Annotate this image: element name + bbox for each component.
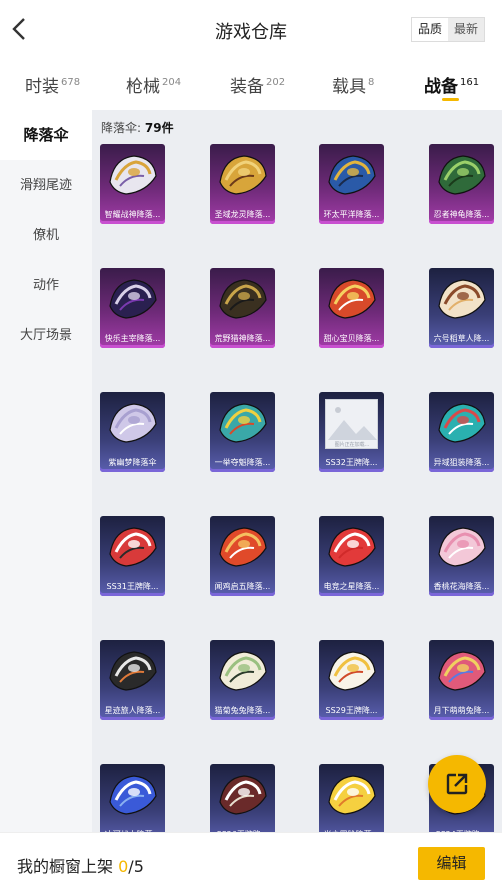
item-grid-area[interactable]: 降落伞: 79件 智耀战神降落... 圣域龙灵降落... 环太平洋降落... 忍者神龟… [92,110,502,832]
item-name: SS31王牌降... [106,582,159,591]
parachute-item-card[interactable]: 忍者神龟降落... [429,144,494,224]
item-name: 快乐主宰降落... [104,334,161,343]
header: 游戏仓库 品质 最新 [0,0,502,60]
tab-equipment[interactable]: 装备 202 [230,72,285,97]
parachute-icon [216,772,269,820]
parachute-icon [435,276,488,324]
parachute-item-card[interactable]: 电竞之星降落... [319,516,384,596]
parachute-item-card[interactable]: 荒野猎神降落... [210,268,275,348]
image-placeholder-icon: 图片正在加载... [325,399,378,449]
item-count: 降落伞: 79件 [101,121,174,135]
parachute-item-card[interactable]: 光之冒险降落... [319,764,384,832]
parachute-item-card[interactable]: 星迹旅人降落... [100,640,165,720]
parachute-item-card[interactable]: 甜心宝贝降落... [319,268,384,348]
parachute-item-card[interactable]: 异域狙装降落... [429,392,494,472]
parachute-icon [435,648,488,696]
tab-weapons[interactable]: 枪械 204 [126,72,181,97]
tab-battle-prep[interactable]: 战备 161 [424,72,479,97]
item-name: 六号稻草人降... [433,334,490,343]
tab-fashion[interactable]: 时装 678 [25,72,80,97]
parachute-icon [325,648,378,696]
parachute-icon [106,772,159,820]
edit-button[interactable]: 编辑 [418,847,485,880]
parachute-icon [325,152,378,200]
parachute-icon [216,400,269,448]
bottom-bar: 我的橱窗上架 0/5 编辑 [0,832,502,892]
parachute-icon [106,400,159,448]
parachute-icon [106,152,159,200]
item-name: 紫幽梦降落伞 [108,458,157,467]
parachute-item-card[interactable]: 冰河战士降落... [100,764,165,832]
parachute-item-card[interactable]: 智耀战神降落... [100,144,165,224]
parachute-item-card[interactable]: 香桃花海降落... [429,516,494,596]
showcase-status: 我的橱窗上架 0/5 [17,857,144,876]
parachute-item-card[interactable]: 环太平洋降落... [319,144,384,224]
parachute-icon [216,276,269,324]
item-name: 圣域龙灵降落... [214,210,271,219]
parachute-item-card[interactable]: 紫幽梦降落伞 [100,392,165,472]
parachute-item-card[interactable]: SS26王牌降... [210,764,275,832]
item-name: 香桃花海降落... [433,582,490,591]
item-name: SS29王牌降... [325,706,378,715]
item-name: 环太平洋降落... [323,210,380,219]
tab-vehicles[interactable]: 载具 8 [332,72,374,97]
parachute-item-card[interactable]: SS31王牌降... [100,516,165,596]
sort-quality-button[interactable]: 品质 [412,18,448,41]
parachute-icon [435,152,488,200]
parachute-icon [435,524,488,572]
share-button[interactable] [428,755,486,813]
item-name: 星迹旅人降落... [104,706,161,715]
item-name: 一举夺魁降落... [214,458,271,467]
share-icon [446,773,468,795]
sidebar-item-parachute[interactable]: 降落伞 [0,110,92,160]
item-name: 电竞之星降落... [323,582,380,591]
sidebar-item-wingman[interactable]: 僚机 [0,211,92,261]
parachute-item-card[interactable]: 圣域龙灵降落... [210,144,275,224]
sidebar-item-glide-trail[interactable]: 滑翔尾迹 [0,161,92,211]
sidebar: 降落伞 滑翔尾迹 僚机 动作 大厅场景 [0,110,92,832]
parachute-icon [325,276,378,324]
item-name: 异域狙装降落... [433,458,490,467]
sort-toggle: 品质 最新 [411,17,485,42]
parachute-item-card[interactable]: SS29王牌降... [319,640,384,720]
parachute-icon [325,772,378,820]
item-name: 忍者神龟降落... [433,210,490,219]
item-name: 猫菊兔兔降落... [214,706,271,715]
sidebar-item-lobby-scene[interactable]: 大厅场景 [0,311,92,361]
parachute-item-card[interactable]: 月下萌萌兔降... [429,640,494,720]
parachute-item-card[interactable]: 一举夺魁降落... [210,392,275,472]
active-tab-indicator [442,98,459,101]
item-name: 甜心宝贝降落... [323,334,380,343]
item-name: 智耀战神降落... [104,210,161,219]
item-name: SS32王牌降... [325,458,378,467]
parachute-icon [325,524,378,572]
item-name: 荒野猎神降落... [214,334,271,343]
parachute-icon [216,648,269,696]
parachute-item-card[interactable]: 六号稻草人降... [429,268,494,348]
category-tabs: 时装 678 枪械 204 装备 202 载具 8 战备 161 [0,60,502,110]
parachute-icon [435,400,488,448]
parachute-icon [216,152,269,200]
sidebar-item-emote[interactable]: 动作 [0,261,92,311]
parachute-icon [106,524,159,572]
parachute-icon [216,524,269,572]
parachute-item-card[interactable]: 快乐主宰降落... [100,268,165,348]
parachute-item-card[interactable]: 闻鸡启五降落... [210,516,275,596]
svg-text:图片正在加载...: 图片正在加载... [335,441,370,448]
parachute-icon [106,648,159,696]
sort-newest-button[interactable]: 最新 [448,18,484,41]
item-name: 闻鸡启五降落... [214,582,271,591]
parachute-item-card[interactable]: 猫菊兔兔降落... [210,640,275,720]
parachute-icon [106,276,159,324]
parachute-item-card[interactable]: 图片正在加载... SS32王牌降... [319,392,384,472]
item-name: 月下萌萌兔降... [433,706,490,715]
